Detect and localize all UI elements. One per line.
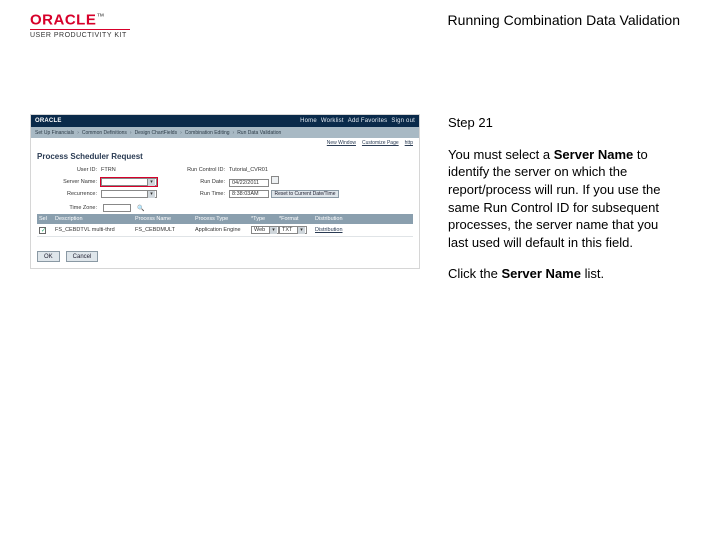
brand-block: ORACLE™ USER PRODUCTIVITY KIT xyxy=(30,12,130,39)
row-type-select[interactable]: Web xyxy=(251,226,279,234)
app-topbar: ORACLE Home Worklist Add Favorites Sign … xyxy=(31,115,419,127)
brand-rule xyxy=(30,29,130,30)
time-zone-lookup-icon[interactable]: 🔍 xyxy=(137,205,144,212)
app-toplinks: Home Worklist Add Favorites Sign out xyxy=(300,118,415,124)
link-worklist[interactable]: Worklist xyxy=(321,118,344,124)
link-add-favorites[interactable]: Add Favorites xyxy=(348,118,388,124)
lbl-run-control: Run Control ID: xyxy=(170,167,225,173)
row-distribution-link[interactable]: Distribution xyxy=(315,227,411,233)
cancel-button[interactable]: Cancel xyxy=(66,251,99,262)
row-description: FS_CEBDTVL multi-thrd xyxy=(55,227,135,233)
app-subbar: New Window Customize Page http xyxy=(31,138,419,148)
lbl-recurrence: Recurrence: xyxy=(37,191,97,197)
val-user-id: FTRN xyxy=(101,167,166,173)
instruction-panel: Step 21 You must select a Server Name to… xyxy=(448,114,690,296)
step-label: Step 21 xyxy=(448,114,682,132)
brand-subtitle: USER PRODUCTIVITY KIT xyxy=(30,32,127,39)
row-process-type: Application Engine xyxy=(195,227,251,233)
lbl-run-date: Run Date: xyxy=(170,179,225,185)
form-title: Process Scheduler Request xyxy=(37,152,413,161)
row-process-name: FS_CEBDMULT xyxy=(135,227,195,233)
ok-button[interactable]: OK xyxy=(37,251,60,262)
instruction-para-2: Click the Server Name list. xyxy=(448,265,682,283)
reset-time-button[interactable]: Reset to Current Date/Time xyxy=(271,190,340,198)
app-breadcrumb: Set Up Financials› Common Definitions› D… xyxy=(31,127,419,138)
row-select-checkbox[interactable]: ✓ xyxy=(39,227,46,234)
lbl-time-zone: Time Zone: xyxy=(37,205,97,211)
link-home[interactable]: Home xyxy=(300,118,317,124)
run-time-wrap: 8:38:03AM Reset to Current Date/Time xyxy=(229,190,413,198)
recurrence-select[interactable] xyxy=(101,190,157,198)
process-list-row: ✓ FS_CEBDTVL multi-thrd FS_CEBDMULT Appl… xyxy=(37,224,413,237)
time-zone-input[interactable] xyxy=(103,204,131,212)
doc-title: Running Combination Data Validation xyxy=(448,12,690,28)
calendar-icon[interactable] xyxy=(271,176,279,184)
run-time-input[interactable]: 8:38:03AM xyxy=(229,190,269,198)
link-customize-page[interactable]: Customize Page xyxy=(362,140,399,146)
app-screenshot: ORACLE Home Worklist Add Favorites Sign … xyxy=(30,114,420,269)
lbl-user-id: User ID: xyxy=(37,167,97,173)
instruction-para-1: You must select a Server Name to identif… xyxy=(448,146,682,251)
app-logo: ORACLE xyxy=(35,118,62,124)
run-date-wrap: 04/22/2011 xyxy=(229,176,413,187)
lbl-server-name: Server Name: xyxy=(37,179,97,185)
run-date-input[interactable]: 04/22/2011 xyxy=(229,179,269,187)
val-run-control: Tutorial_CVR01 xyxy=(229,167,413,173)
link-new-window[interactable]: New Window xyxy=(327,140,356,146)
brand-logo: ORACLE™ xyxy=(30,12,104,27)
process-list-header: Sel Description Process Name Process Typ… xyxy=(37,214,413,224)
link-http[interactable]: http xyxy=(405,140,413,146)
row-format-select[interactable]: TXT xyxy=(279,226,307,234)
lbl-run-time: Run Time: xyxy=(170,191,225,197)
server-name-select[interactable] xyxy=(101,178,157,186)
link-sign-out[interactable]: Sign out xyxy=(391,118,415,124)
